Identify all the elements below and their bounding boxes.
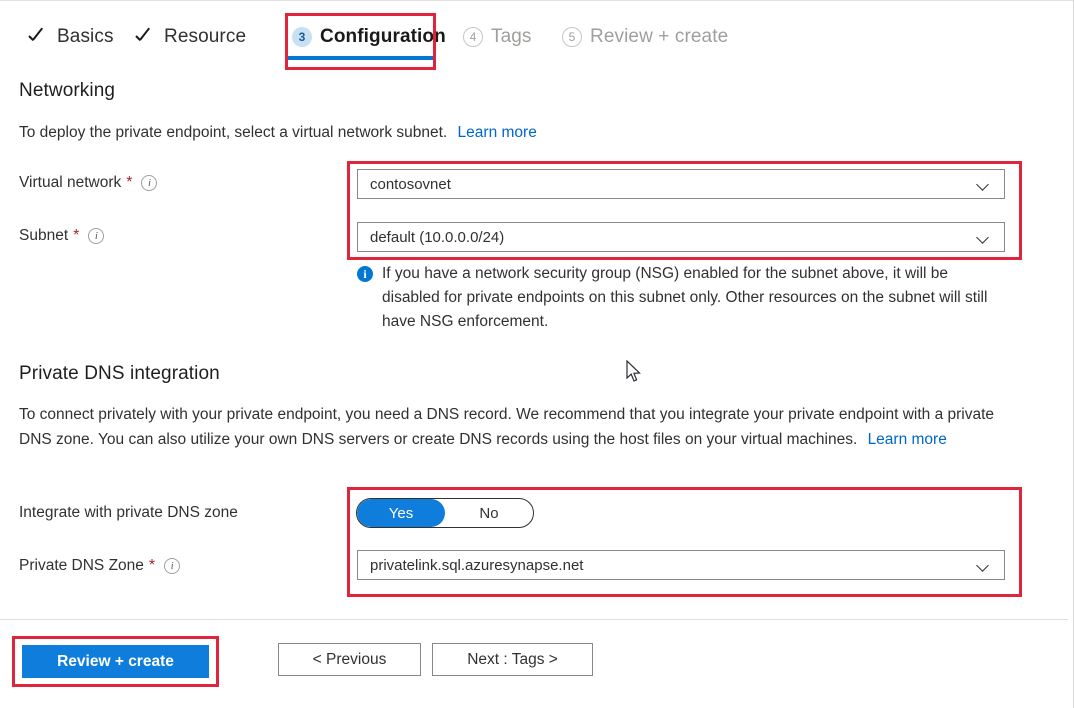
private-endpoint-configuration-page: Basics Resource 3 Configuration 4 Tags 5… bbox=[0, 0, 1074, 708]
networking-description: To deploy the private endpoint, select a… bbox=[19, 120, 719, 145]
virtual-network-label-text: Virtual network bbox=[19, 174, 122, 191]
required-marker: * bbox=[73, 227, 80, 244]
networking-description-text: To deploy the private endpoint, select a… bbox=[19, 124, 448, 141]
step-number-badge: 4 bbox=[463, 27, 483, 47]
private-dns-zone-label-text: Private DNS Zone bbox=[19, 557, 144, 574]
check-icon bbox=[134, 27, 155, 48]
chevron-down-icon bbox=[976, 557, 992, 573]
tab-configuration[interactable]: 3 Configuration bbox=[292, 23, 446, 51]
tab-basics[interactable]: Basics bbox=[27, 23, 114, 51]
private-dns-learn-more-link[interactable]: Learn more bbox=[868, 431, 947, 448]
step-number-badge: 3 bbox=[292, 27, 312, 47]
info-circle-icon: i bbox=[357, 266, 373, 282]
toggle-option-yes[interactable]: Yes bbox=[357, 499, 445, 527]
step-number-badge: 5 bbox=[562, 27, 582, 47]
required-marker: * bbox=[126, 174, 133, 191]
wizard-tab-strip: Basics Resource 3 Configuration 4 Tags 5… bbox=[0, 1, 1068, 63]
info-icon[interactable]: i bbox=[88, 228, 105, 244]
integrate-dns-zone-toggle[interactable]: Yes No bbox=[356, 498, 534, 528]
nsg-info-message-text: If you have a network security group (NS… bbox=[382, 265, 988, 330]
private-dns-zone-dropdown[interactable]: privatelink.sql.azuresynapse.net bbox=[357, 550, 1005, 580]
subnet-value: default (10.0.0.0/24) bbox=[370, 228, 505, 246]
subnet-dropdown[interactable]: default (10.0.0.0/24) bbox=[357, 222, 1005, 252]
next-tags-button[interactable]: Next : Tags > bbox=[432, 643, 593, 676]
integrate-dns-zone-label-text: Integrate with private DNS zone bbox=[19, 504, 238, 521]
nsg-info-message: i If you have a network security group (… bbox=[357, 262, 1007, 334]
private-dns-zone-label: Private DNS Zone * i bbox=[19, 557, 181, 575]
toggle-option-no[interactable]: No bbox=[445, 499, 533, 527]
tab-basics-label: Basics bbox=[57, 26, 114, 47]
chevron-down-icon bbox=[976, 229, 992, 245]
info-icon[interactable]: i bbox=[164, 558, 181, 574]
tab-resource-label: Resource bbox=[164, 26, 247, 47]
tab-tags-label: Tags bbox=[491, 26, 532, 47]
networking-section-title: Networking bbox=[19, 80, 116, 101]
tab-tags[interactable]: 4 Tags bbox=[463, 23, 532, 51]
virtual-network-label: Virtual network * i bbox=[19, 174, 158, 192]
check-icon bbox=[27, 27, 48, 48]
mouse-cursor bbox=[626, 360, 641, 382]
virtual-network-dropdown[interactable]: contosovnet bbox=[357, 169, 1005, 199]
networking-learn-more-link[interactable]: Learn more bbox=[458, 124, 537, 141]
private-dns-section-title: Private DNS integration bbox=[19, 363, 220, 384]
private-dns-description-text: To connect privately with your private e… bbox=[19, 406, 995, 448]
integrate-dns-zone-label: Integrate with private DNS zone bbox=[19, 504, 238, 522]
tab-review-create[interactable]: 5 Review + create bbox=[562, 23, 728, 51]
virtual-network-value: contosovnet bbox=[370, 175, 451, 193]
tab-resource[interactable]: Resource bbox=[134, 23, 246, 51]
tab-configuration-label: Configuration bbox=[320, 26, 446, 47]
tab-review-create-label: Review + create bbox=[590, 26, 729, 47]
footer-divider bbox=[0, 619, 1068, 620]
previous-button[interactable]: < Previous bbox=[278, 643, 421, 676]
required-marker: * bbox=[148, 557, 156, 574]
chevron-down-icon bbox=[976, 176, 992, 192]
subnet-label-text: Subnet bbox=[19, 227, 69, 244]
review-create-button[interactable]: Review + create bbox=[22, 645, 209, 678]
private-dns-zone-value: privatelink.sql.azuresynapse.net bbox=[370, 556, 584, 574]
info-icon[interactable]: i bbox=[141, 175, 158, 191]
private-dns-description: To connect privately with your private e… bbox=[19, 402, 1004, 452]
active-tab-underline bbox=[285, 56, 434, 60]
subnet-label: Subnet * i bbox=[19, 227, 105, 245]
